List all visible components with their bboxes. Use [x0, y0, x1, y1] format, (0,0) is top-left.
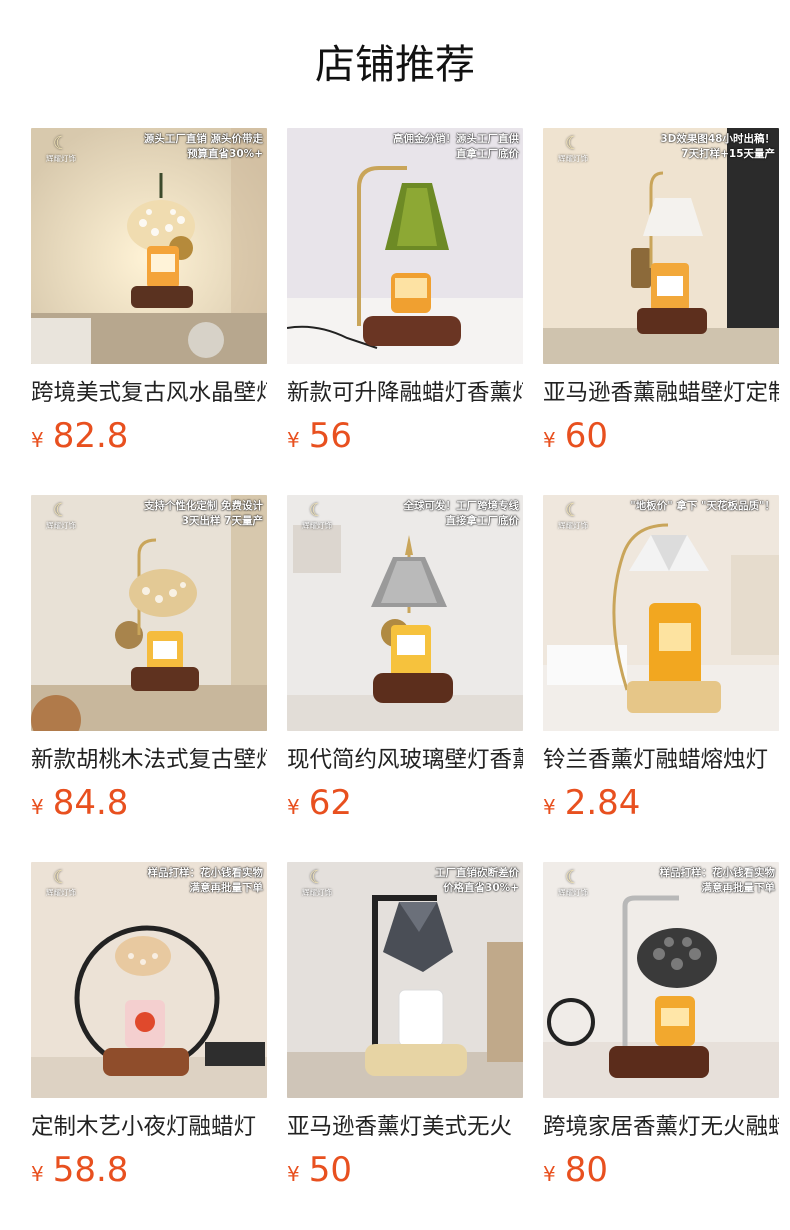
promo-banner: 工厂直销砍断差价 价格直省30%+ — [435, 867, 519, 894]
promo-banner: 全球可发！工厂跨境专线 直接拿工厂底价 — [403, 500, 520, 527]
product-price: ¥82.8 — [31, 416, 129, 456]
product-title[interactable]: 定制木艺小夜灯融蜡灯 — [31, 1111, 267, 1143]
moon-icon: ☾ — [52, 500, 70, 521]
product-title[interactable]: 铃兰香薰灯融蜡熔烛灯 — [543, 744, 779, 776]
glass-diamond-lamp-icon — [543, 495, 779, 731]
moon-icon: ☾ — [308, 867, 326, 888]
product-card[interactable]: 工厂直销砍断差价 价格直省30%+ ☾ 辉耀灯饰 亚马逊香薰灯美式无火 ¥50 — [287, 862, 523, 1202]
brand-logo: ☾ 辉耀灯饰 — [295, 867, 339, 898]
product-image[interactable]: "地板价" 拿下 "天花板品质"！ ☾ 辉耀灯饰 — [543, 495, 779, 731]
product-price: ¥2.84 — [543, 783, 641, 823]
promo-banner: 样品打样：花小钱看实物 满意再批量下单 — [147, 867, 264, 894]
geometric-lamp-icon — [287, 862, 523, 1098]
brand-logo: ☾ 辉耀灯饰 — [295, 500, 339, 531]
moon-icon: ☾ — [308, 500, 326, 521]
silver-cone-lamp-icon — [287, 495, 523, 731]
product-card[interactable]: 样品打样：花小钱看实物 满意再批量下单 ☾ 辉耀灯饰 定制木艺小夜灯融蜡灯 ¥58.… — [31, 862, 267, 1202]
product-card[interactable]: 全球可发！工厂跨境专线 直接拿工厂底价 ☾ 辉耀灯饰 现代简约风玻璃壁灯香薰 ¥62 — [287, 495, 523, 835]
product-title[interactable]: 新款可升降融蜡灯香薰灯 — [287, 377, 523, 409]
product-card[interactable]: 样品打样：花小钱看实物 满意再批量下单 ☾ 辉耀灯饰 跨境家居香薰灯无火融蜡 ¥80 — [543, 862, 779, 1202]
product-price: ¥62 — [287, 783, 352, 823]
product-image[interactable]: 样品打样：花小钱看实物 满意再批量下单 ☾ 辉耀灯饰 — [543, 862, 779, 1098]
product-card[interactable]: 3D效果图48小时出稿！ 7天打样+15天量产 ☾ 辉耀灯饰 亚马逊香薰融蜡壁灯定制… — [543, 128, 779, 468]
promo-banner: 3D效果图48小时出稿！ 7天打样+15天量产 — [660, 133, 775, 160]
crystal-wall-lamp-icon — [31, 128, 267, 364]
promo-banner: 高佣金分销！源头工厂直供 直拿工厂底价 — [393, 133, 519, 160]
product-title[interactable]: 亚马逊香薰灯美式无火 — [287, 1111, 523, 1143]
green-glass-lamp-icon — [287, 128, 523, 364]
product-card[interactable]: "地板价" 拿下 "天花板品质"！ ☾ 辉耀灯饰 铃兰香薰灯融蜡熔烛灯 ¥2.84 — [543, 495, 779, 835]
brand-logo: ☾ 辉耀灯饰 — [551, 133, 595, 164]
product-title[interactable]: 跨境美式复古风水晶壁灯 — [31, 377, 267, 409]
brand-logo: ☾ 辉耀灯饰 — [551, 867, 595, 898]
product-image[interactable]: 高佣金分销！源头工厂直供 直拿工厂底价 — [287, 128, 523, 364]
product-card[interactable]: 源头工厂直销 源头价带走 预算直省30%+ ☾ 辉耀灯饰 跨境美式复古风水晶壁灯 ¥… — [31, 128, 267, 468]
product-title[interactable]: 亚马逊香薰融蜡壁灯定制 — [543, 377, 779, 409]
moon-icon: ☾ — [564, 133, 582, 154]
product-card[interactable]: 高佣金分销！源头工厂直供 直拿工厂底价 新款可升降融蜡灯香薰灯 ¥56 — [287, 128, 523, 468]
product-title[interactable]: 新款胡桃木法式复古壁灯 — [31, 744, 267, 776]
product-title[interactable]: 现代简约风玻璃壁灯香薰 — [287, 744, 523, 776]
product-price: ¥56 — [287, 416, 352, 456]
ring-lamp-icon — [31, 862, 267, 1098]
product-image[interactable]: 支持个性化定制 免费设计 3天出样 7天量产 ☾ 辉耀灯饰 — [31, 495, 267, 731]
promo-banner: "地板价" 拿下 "天花板品质"！ — [630, 500, 775, 512]
product-price: ¥50 — [287, 1150, 352, 1190]
moon-icon: ☾ — [564, 500, 582, 521]
crystal-wall-lamp-icon — [31, 495, 267, 731]
brand-logo: ☾ 辉耀灯饰 — [551, 500, 595, 531]
product-price: ¥80 — [543, 1150, 608, 1190]
product-price: ¥60 — [543, 416, 608, 456]
product-image[interactable]: 3D效果图48小时出稿！ 7天打样+15天量产 ☾ 辉耀灯饰 — [543, 128, 779, 364]
brand-logo: ☾ 辉耀灯饰 — [39, 867, 83, 898]
brand-logo: ☾ 辉耀灯饰 — [39, 133, 83, 164]
product-image[interactable]: 工厂直销砍断差价 价格直省30%+ ☾ 辉耀灯饰 — [287, 862, 523, 1098]
product-price: ¥58.8 — [31, 1150, 129, 1190]
product-title[interactable]: 跨境家居香薰灯无火融蜡 — [543, 1111, 779, 1143]
product-price: ¥84.8 — [31, 783, 129, 823]
moon-icon: ☾ — [564, 867, 582, 888]
moon-icon: ☾ — [52, 867, 70, 888]
moon-icon: ☾ — [52, 133, 70, 154]
black-crystal-lamp-icon — [543, 862, 779, 1098]
promo-banner: 样品打样：花小钱看实物 满意再批量下单 — [659, 867, 776, 894]
product-image[interactable]: 样品打样：花小钱看实物 满意再批量下单 ☾ 辉耀灯饰 — [31, 862, 267, 1098]
brand-logo: ☾ 辉耀灯饰 — [39, 500, 83, 531]
product-image[interactable]: 全球可发！工厂跨境专线 直接拿工厂底价 ☾ 辉耀灯饰 — [287, 495, 523, 731]
promo-banner: 支持个性化定制 免费设计 3天出样 7天量产 — [143, 500, 263, 527]
promo-banner: 源头工厂直销 源头价带走 预算直省30%+ — [143, 133, 263, 160]
product-card[interactable]: 支持个性化定制 免费设计 3天出样 7天量产 ☾ 辉耀灯饰 新款胡桃木法式复古壁灯 … — [31, 495, 267, 835]
white-shade-wall-lamp-icon — [543, 128, 779, 364]
page-title: 店铺推荐 — [315, 42, 475, 88]
product-image[interactable]: 源头工厂直销 源头价带走 预算直省30%+ ☾ 辉耀灯饰 — [31, 128, 267, 364]
